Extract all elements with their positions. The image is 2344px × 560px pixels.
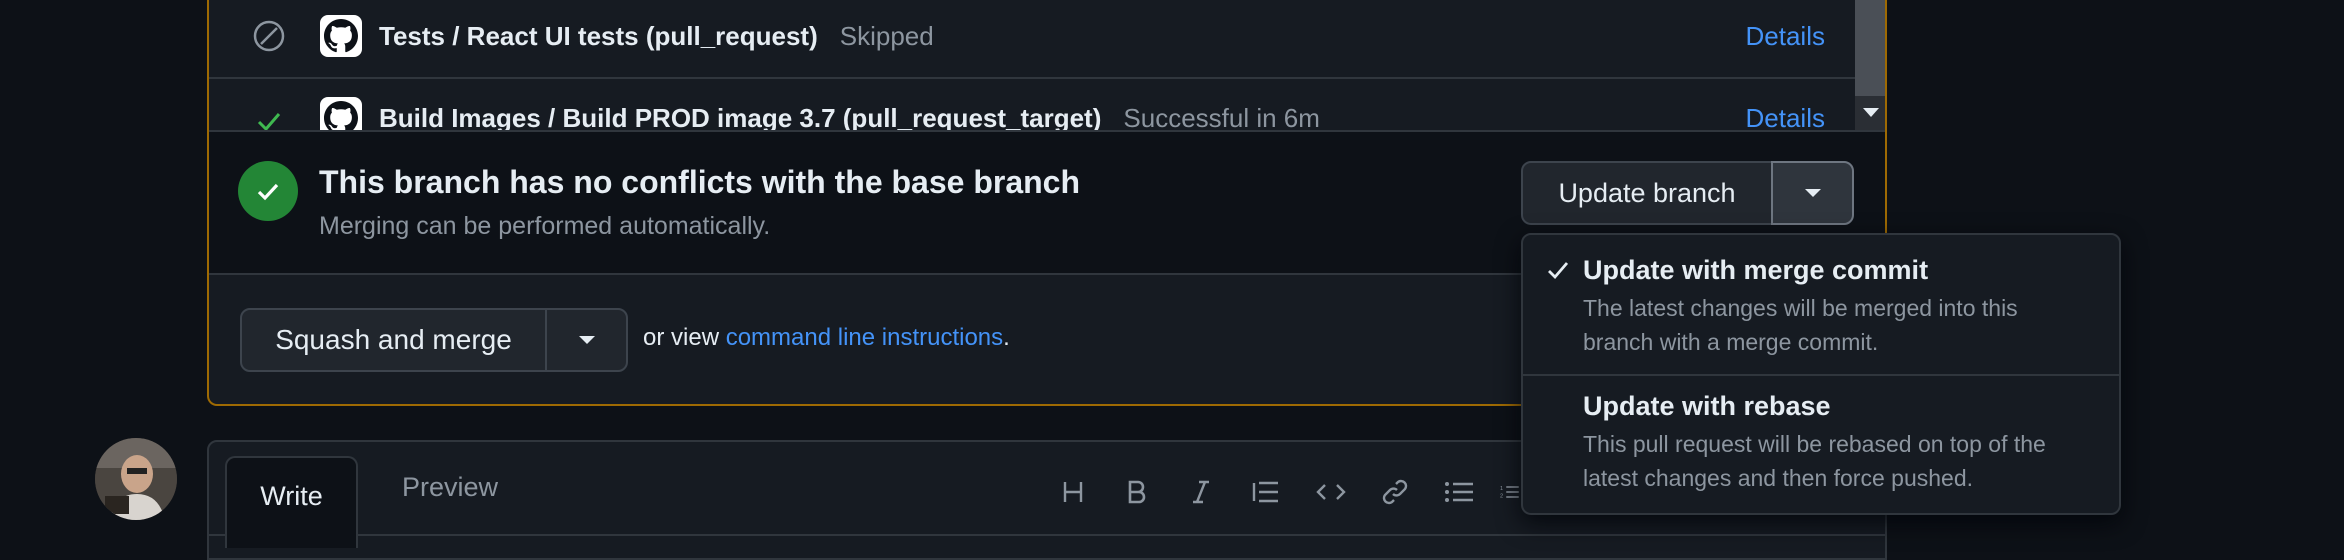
check-status: Skipped bbox=[839, 20, 934, 51]
svg-text:2: 2 bbox=[1500, 494, 1503, 500]
chevron-down-icon bbox=[1804, 189, 1821, 197]
tab-divider bbox=[209, 534, 1885, 536]
tab-preview[interactable]: Preview bbox=[375, 472, 525, 503]
check-title: Tests / React UI tests (pull_request) Ski… bbox=[379, 20, 934, 51]
github-logo-icon bbox=[320, 15, 362, 57]
menu-item-title: Update with merge commit bbox=[1583, 255, 1929, 285]
quote-icon[interactable] bbox=[1246, 472, 1286, 512]
unordered-list-icon[interactable] bbox=[1439, 472, 1479, 512]
bold-icon[interactable] bbox=[1117, 472, 1157, 512]
menu-item-description: This pull request will be rebased on top… bbox=[1583, 431, 2046, 491]
chevron-down-icon bbox=[578, 336, 595, 344]
menu-item-rebase[interactable]: Update with rebase This pull request wil… bbox=[1523, 377, 2119, 517]
check-title: Build Images / Build PROD image 3.7 (pul… bbox=[379, 103, 1320, 131]
update-branch-dropdown-button[interactable] bbox=[1771, 161, 1854, 225]
scroll-thumb[interactable] bbox=[1855, 0, 1885, 96]
tab-write[interactable]: Write bbox=[225, 456, 358, 548]
checks-scrollbar[interactable] bbox=[1855, 0, 1885, 130]
avatar[interactable] bbox=[95, 438, 177, 520]
check-status: Successful in 6m bbox=[1123, 102, 1320, 131]
ordered-list-icon[interactable]: 12 bbox=[1500, 472, 1520, 512]
merge-method-dropdown-button[interactable] bbox=[545, 308, 628, 372]
success-check-icon bbox=[238, 161, 298, 221]
update-branch-button[interactable]: Update branch bbox=[1521, 161, 1773, 225]
command-line-instructions-link[interactable]: command line instructions bbox=[726, 324, 1003, 351]
details-link[interactable]: Details bbox=[1746, 21, 1825, 52]
skipped-icon bbox=[251, 18, 287, 54]
checks-list: Tests / React UI tests (pull_request) Ski… bbox=[209, 0, 1855, 130]
check-icon bbox=[1545, 257, 1571, 288]
github-logo-icon bbox=[320, 97, 362, 130]
italic-icon[interactable] bbox=[1181, 472, 1221, 512]
menu-divider bbox=[1523, 374, 2119, 376]
scroll-down-arrow-icon[interactable] bbox=[1863, 108, 1879, 117]
link-icon[interactable] bbox=[1375, 472, 1415, 512]
check-row: Tests / React UI tests (pull_request) Ski… bbox=[209, 0, 1855, 79]
details-link[interactable]: Details bbox=[1746, 103, 1825, 131]
check-success-icon bbox=[251, 103, 287, 130]
squash-and-merge-button[interactable]: Squash and merge bbox=[240, 308, 547, 372]
heading-icon[interactable] bbox=[1053, 472, 1093, 512]
check-row: Build Images / Build PROD image 3.7 (pul… bbox=[209, 77, 1855, 130]
merge-status-subtitle: Merging can be performed automatically. bbox=[319, 212, 771, 240]
menu-item-title: Update with rebase bbox=[1583, 391, 1831, 421]
svg-text:1: 1 bbox=[1500, 486, 1503, 492]
code-icon[interactable] bbox=[1311, 472, 1351, 512]
menu-item-merge-commit[interactable]: Update with merge commit The latest chan… bbox=[1523, 235, 2119, 375]
command-line-hint: or view command line instructions. bbox=[643, 324, 1010, 351]
merge-status-title: This branch has no conflicts with the ba… bbox=[319, 164, 1081, 200]
menu-item-description: The latest changes will be merged into t… bbox=[1583, 295, 2018, 355]
